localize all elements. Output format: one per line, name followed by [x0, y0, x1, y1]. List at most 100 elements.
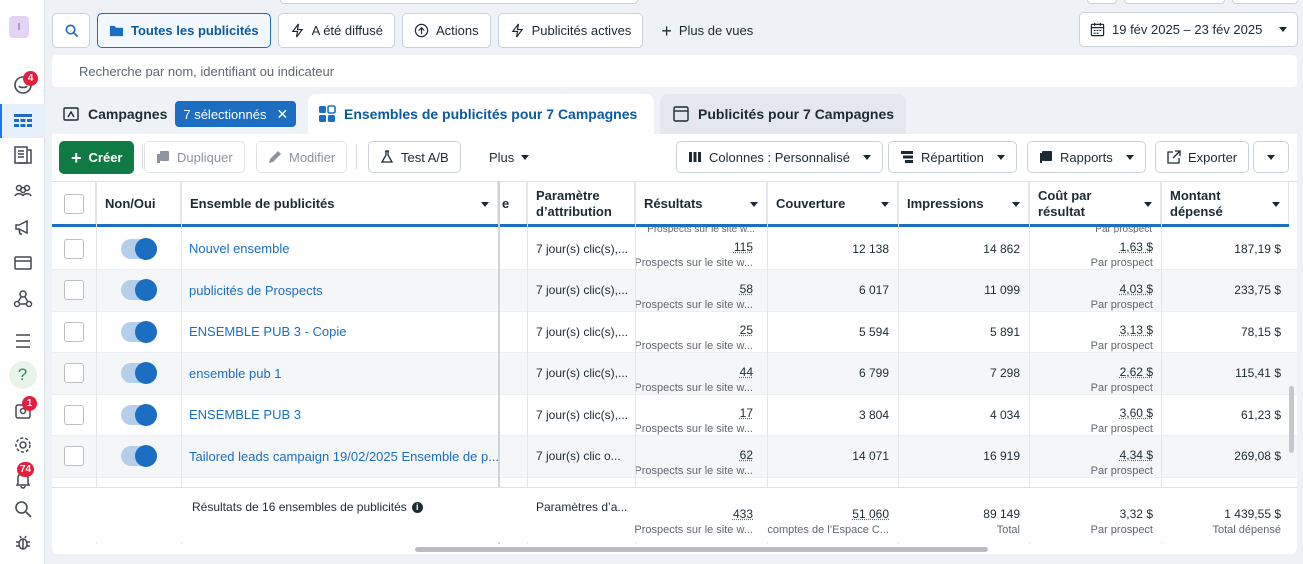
col-onoff[interactable]: Non/Oui	[96, 182, 181, 226]
row-cpr-cell: 2,62 $ Par prospect	[1090, 364, 1153, 394]
more-actions-dropdown[interactable]: Plus	[478, 141, 540, 173]
row-toggle-cell	[96, 353, 181, 394]
row-checkbox[interactable]	[64, 446, 84, 466]
notifications-badge: 4	[23, 71, 38, 86]
row-results-cell: 62 Prospects sur le site w...	[635, 447, 753, 477]
sort-caret-icon	[1272, 202, 1280, 207]
business-network-icon[interactable]	[0, 282, 45, 316]
totals-reach: 51 060 comptes de l’Espace C...	[767, 507, 889, 536]
lightning-icon	[511, 23, 523, 38]
divider	[356, 145, 357, 169]
col-reach[interactable]: Couverture	[767, 182, 898, 226]
columns-icon	[689, 152, 701, 162]
pencil-icon	[269, 151, 281, 163]
tab-ads[interactable]: Publicités pour 7 Campagnes	[660, 94, 906, 134]
vertical-scrollbar[interactable]	[1289, 386, 1294, 453]
arrow-up-circle-icon	[414, 23, 429, 38]
reports-dropdown[interactable]: Rapports	[1027, 141, 1146, 173]
export-options-dropdown[interactable]	[1253, 141, 1289, 173]
row-spend-cell: 233,75 $	[1234, 283, 1281, 297]
duplicate-button[interactable]: Dupliquer	[144, 141, 245, 173]
delivery-toggle[interactable]	[121, 320, 157, 343]
menu-icon[interactable]	[0, 324, 45, 358]
row-checkbox[interactable]	[64, 363, 84, 383]
col-results[interactable]: Résultats	[635, 182, 767, 226]
selection-chip[interactable]: 7 sélectionnés ✕	[175, 101, 297, 127]
delivery-toggle[interactable]	[121, 279, 157, 301]
campaign-folder-icon	[63, 107, 79, 121]
table-row[interactable]: ensemble pub 1 7 jour(s) clic(s),... 44 …	[52, 352, 1297, 395]
alerts-bell-icon[interactable]: 74	[0, 462, 45, 496]
col-cost-per-result[interactable]: Coût par résultat	[1029, 182, 1161, 226]
delivery-toggle[interactable]	[121, 237, 157, 260]
select-all-checkbox[interactable]	[63, 194, 84, 214]
horizontal-scrollbar[interactable]	[415, 547, 988, 552]
totals-amount-spent: 1 439,55 $ Total dépensé	[1212, 507, 1282, 536]
settings-gear-icon[interactable]	[0, 428, 45, 462]
select-all-cell	[52, 182, 96, 226]
table-row[interactable]: ENSEMBLE PUB 3 7 jour(s) clic(s),... 17 …	[52, 394, 1297, 436]
date-range-picker[interactable]: 19 fév 2025 – 23 fév 2025	[1079, 12, 1298, 47]
search-toggle-button[interactable]	[52, 13, 90, 48]
col-amount-spent[interactable]: Montant dépensé	[1161, 182, 1289, 226]
row-checkbox[interactable]	[64, 321, 84, 342]
create-button[interactable]: + Créer	[59, 141, 135, 174]
col-adset-name[interactable]: Ensemble de publicités	[181, 182, 498, 226]
row-checkbox[interactable]	[64, 280, 84, 300]
active-ads-filter-button[interactable]: Publicités actives	[497, 13, 644, 48]
row-reach-cell: 14 071	[852, 449, 889, 463]
adset-name-link[interactable]: Nouvel ensemble	[189, 241, 289, 256]
pages-icon[interactable]	[0, 138, 45, 172]
tab-adsets[interactable]: Ensembles de publicités pour 7 Campagnes	[308, 94, 654, 134]
edit-button[interactable]: Modifier	[256, 141, 348, 173]
billing-card-icon[interactable]	[0, 246, 45, 280]
alerts-badge: 74	[17, 462, 35, 477]
more-views-button[interactable]: + Plus de vues	[650, 13, 764, 48]
row-cpr-cell: 3,13 $ Par prospect	[1090, 323, 1153, 352]
delivery-toggle[interactable]	[121, 362, 157, 384]
account-avatar[interactable]: I	[9, 16, 29, 38]
ab-test-button[interactable]: Test A/B	[368, 141, 461, 173]
chevron-down-icon	[1125, 154, 1134, 160]
tab-campaigns[interactable]: Campagnes 7 sélectionnés ✕	[52, 94, 302, 134]
col-attribution[interactable]: Paramètre d’attribution	[527, 182, 635, 226]
row-impressions-cell: 7 298	[989, 366, 1020, 380]
audiences-icon[interactable]	[0, 174, 45, 208]
adset-name-link[interactable]: ENSEMBLE PUB 3	[189, 407, 301, 422]
row-checkbox[interactable]	[64, 404, 84, 425]
close-icon[interactable]: ✕	[276, 106, 288, 123]
table-row[interactable]: Tailored leads campaign 19/02/2025 Ensem…	[52, 435, 1297, 478]
campaign-megaphone-icon[interactable]	[0, 210, 45, 244]
delivery-toggle[interactable]	[121, 403, 157, 426]
all-ads-filter-button[interactable]: Toutes les publicités	[97, 13, 271, 48]
row-name-cell: publicités de Prospects	[181, 270, 498, 311]
adset-name-link[interactable]: ENSEMBLE PUB 3 - Copie	[189, 324, 347, 339]
messages-icon[interactable]: 1	[0, 394, 45, 428]
chevron-down-icon	[996, 154, 1005, 160]
columns-dropdown[interactable]: Colonnes : Personnalisé	[676, 141, 883, 173]
row-toggle-cell	[96, 436, 181, 477]
adset-name-link[interactable]: ensemble pub 1	[189, 366, 282, 381]
table-row[interactable]: ENSEMBLE PUB 3 - Copie 7 jour(s) clic(s)…	[52, 311, 1297, 353]
search-icon[interactable]	[0, 492, 45, 526]
help-icon[interactable]: ?	[0, 358, 45, 392]
export-button[interactable]: Exporter	[1155, 141, 1250, 173]
search-input[interactable]: Recherche par nom, identifiant ou indica…	[52, 55, 1297, 87]
bug-report-icon[interactable]	[0, 526, 45, 560]
col-impressions[interactable]: Impressions	[898, 182, 1029, 226]
breakdown-dropdown[interactable]: Répartition	[888, 141, 1017, 173]
row-checkbox[interactable]	[64, 238, 84, 259]
actions-filter-button[interactable]: Actions	[401, 13, 491, 48]
adset-name-link[interactable]: Tailored leads campaign 19/02/2025 Ensem…	[189, 449, 498, 464]
adset-name-link[interactable]: publicités de Prospects	[189, 283, 323, 298]
cutoff-header-button	[1087, 0, 1117, 4]
row-cpr-cell: 4,34 $ Par prospect	[1090, 447, 1153, 477]
delivered-filter-button[interactable]: A été diffusé	[277, 13, 395, 48]
ads-manager-table-icon[interactable]	[0, 104, 45, 138]
row-toggle-cell	[96, 311, 181, 352]
info-icon[interactable]: i	[411, 501, 423, 513]
table-row[interactable]: Nouvel ensemble 7 jour(s) clic(s),... 11…	[52, 228, 1297, 270]
notifications-icon[interactable]: 4	[0, 68, 45, 102]
table-row[interactable]: publicités de Prospects 7 jour(s) clic(s…	[52, 269, 1297, 312]
delivery-toggle[interactable]	[121, 445, 157, 467]
